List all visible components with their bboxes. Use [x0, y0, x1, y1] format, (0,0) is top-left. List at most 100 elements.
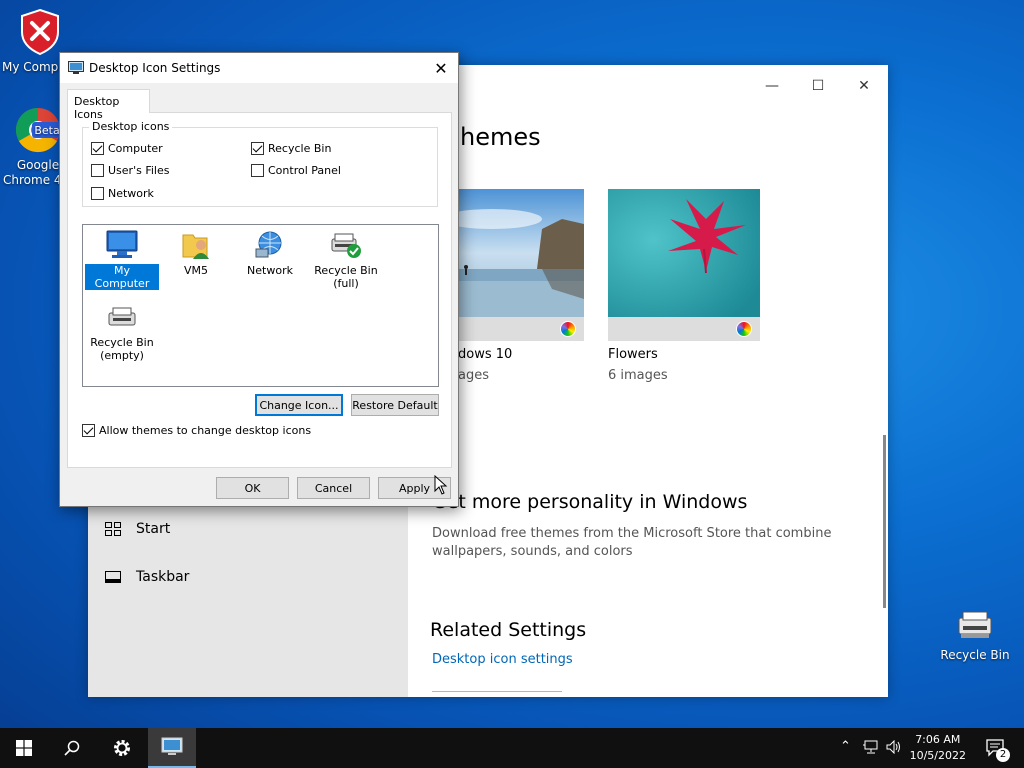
personality-heading: Get more personality in Windows: [432, 491, 748, 513]
taskbar: ⌃ 7:06 AM 10/5/2022 2: [0, 728, 1024, 768]
restore-default-button[interactable]: Restore Default: [351, 394, 439, 416]
theme-bar: [608, 317, 760, 341]
recycle-bin-full-icon: [331, 233, 361, 258]
minimize-button[interactable]: —: [749, 71, 795, 101]
dialog-title: Desktop Icon Settings: [89, 61, 221, 75]
list-item-label: My Computer: [85, 264, 159, 290]
display-settings-icon: [161, 737, 183, 755]
start-button[interactable]: [0, 728, 48, 768]
theme-count: 6 images: [608, 368, 668, 383]
checkbox-recycle-bin[interactable]: Recycle Bin: [251, 142, 331, 155]
desktop-icons-group: Desktop icons Computer Recycle Bin User'…: [82, 120, 438, 207]
list-item-label: VM5: [183, 264, 208, 277]
checkbox-network[interactable]: Network: [91, 187, 154, 200]
checkbox-label: Computer: [108, 142, 163, 155]
theme-card-flowers[interactable]: [608, 189, 760, 341]
close-icon: ✕: [434, 58, 448, 78]
beta-badge: Beta: [34, 124, 59, 137]
personality-text: Download free themes from the Microsoft …: [432, 526, 832, 559]
windows-logo-icon: [16, 740, 32, 756]
list-item-vm5[interactable]: VM5: [159, 229, 233, 277]
checkbox-allow-themes[interactable]: Allow themes to change desktop icons: [82, 424, 311, 437]
recycle-bin-empty-icon: [108, 307, 136, 326]
list-item-network[interactable]: Network: [233, 229, 307, 277]
theme-thumbnail: [608, 189, 760, 317]
mouse-cursor-icon: [434, 475, 448, 495]
related-settings-heading: Related Settings: [430, 619, 587, 641]
checkbox-control-panel[interactable]: Control Panel: [251, 164, 341, 177]
maximize-button[interactable]: ☐: [795, 71, 841, 101]
list-item-my-computer[interactable]: My Computer: [85, 229, 159, 290]
notification-count-badge: 2: [996, 748, 1010, 762]
tab-panel: Desktop icons Computer Recycle Bin User'…: [67, 112, 452, 468]
network-tray-icon[interactable]: [863, 740, 879, 754]
chrome-icon: Beta: [15, 107, 62, 153]
recycle-bin-icon: [958, 611, 992, 638]
desktop-icon-label: Recycle Bin: [940, 648, 1010, 662]
group-label: Desktop icons: [89, 120, 173, 133]
icon-list[interactable]: My Computer VM5 Network Recycle Bin (ful…: [82, 224, 439, 387]
desktop-icon-settings-link[interactable]: Desktop icon settings: [432, 652, 573, 667]
user-folder-icon: [182, 234, 209, 259]
checkbox-box[interactable]: [251, 142, 264, 155]
volume-icon[interactable]: [886, 740, 902, 754]
checkbox-label: Allow themes to change desktop icons: [99, 424, 312, 437]
clock-time: 7:06 AM: [915, 733, 961, 746]
desktop-icon-settings-dialog: Desktop Icon Settings ✕ Desktop Icons De…: [59, 52, 459, 507]
shield-error-icon: [21, 8, 59, 56]
gear-icon: [114, 740, 130, 756]
sidebar-item-label: Taskbar: [136, 569, 190, 585]
checkbox-label: Recycle Bin: [268, 142, 332, 155]
theme-name: dows 10: [458, 347, 513, 362]
cancel-button[interactable]: Cancel: [297, 477, 370, 499]
flower-image-icon: [608, 189, 760, 317]
search-icon: [64, 740, 80, 756]
display-settings-icon: [68, 61, 84, 74]
theme-count: ages: [458, 368, 489, 383]
sidebar-item-start[interactable]: Start: [104, 521, 170, 537]
start-grid-icon: [105, 522, 121, 536]
change-icon-button[interactable]: Change Icon...: [255, 394, 343, 416]
color-wheel-icon: [736, 321, 752, 337]
checkbox-box[interactable]: [91, 142, 104, 155]
dialog-close-button[interactable]: ✕: [424, 53, 458, 83]
settings-taskbar-button[interactable]: [98, 728, 146, 768]
checkbox-box[interactable]: [251, 164, 264, 177]
dialog-titlebar: Desktop Icon Settings ✕: [60, 53, 458, 83]
network-icon: [255, 231, 282, 258]
action-center-button[interactable]: 2: [972, 728, 1020, 768]
color-wheel-icon: [560, 321, 576, 337]
sidebar-item-taskbar[interactable]: Taskbar: [104, 569, 189, 585]
list-item-label: Recycle Bin (empty): [90, 336, 154, 362]
list-item-label: Network: [247, 264, 293, 277]
list-item-recycle-bin-empty[interactable]: Recycle Bin (empty): [85, 305, 159, 362]
checkbox-box[interactable]: [91, 164, 104, 177]
chevron-up-icon[interactable]: ⌃: [840, 739, 851, 754]
sidebar-item-label: Start: [136, 521, 171, 537]
page-title: hemes: [460, 123, 541, 151]
checkbox-label: Network: [108, 187, 154, 200]
tab-desktop-icons[interactable]: Desktop Icons: [67, 89, 150, 121]
desktop-icon-recycle-bin[interactable]: Recycle Bin: [937, 608, 1013, 663]
truncated-link: [432, 691, 562, 697]
checkbox-users-files[interactable]: User's Files: [91, 164, 169, 177]
clock[interactable]: 7:06 AM 10/5/2022: [910, 732, 966, 764]
computer-icon: [106, 230, 138, 258]
taskbar-icon: [105, 571, 121, 583]
maximize-icon: ☐: [811, 78, 825, 94]
ok-button[interactable]: OK: [216, 477, 289, 499]
checkbox-label: Control Panel: [268, 164, 341, 177]
scrollbar[interactable]: [883, 435, 886, 608]
desktop-icon-settings-taskbar-button[interactable]: [148, 728, 196, 768]
close-icon: ✕: [858, 78, 870, 94]
list-item-label: Recycle Bin (full): [314, 264, 378, 290]
minimize-icon: —: [765, 78, 779, 94]
list-item-recycle-bin-full[interactable]: Recycle Bin (full): [309, 229, 383, 290]
checkbox-label: User's Files: [108, 164, 170, 177]
checkbox-box[interactable]: [91, 187, 104, 200]
close-button[interactable]: ✕: [841, 71, 887, 101]
search-button[interactable]: [48, 728, 96, 768]
theme-name: Flowers: [608, 347, 658, 362]
checkbox-box[interactable]: [82, 424, 95, 437]
checkbox-computer[interactable]: Computer: [91, 142, 163, 155]
